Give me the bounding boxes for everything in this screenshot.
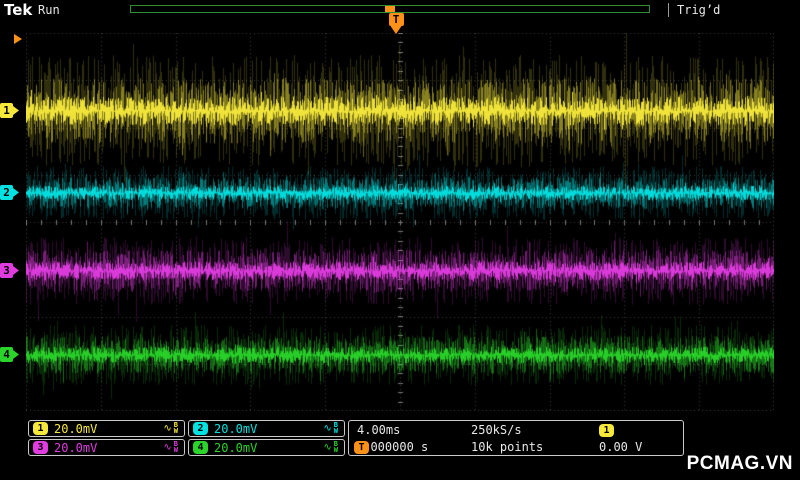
graticule-canvas bbox=[26, 33, 774, 411]
channel1-badge: 1 bbox=[33, 422, 48, 435]
channel2-ground-marker: 2 bbox=[0, 185, 20, 200]
channel3-badge: 3 bbox=[33, 441, 48, 454]
channel3-readout: 3 20.0mV ∿ B W bbox=[28, 439, 185, 456]
horizontal-trigger-readout: 4.00ms 250kS/s 1 T → ▼ 0.000000 s 10k po… bbox=[348, 420, 684, 456]
channel2-scale: 20.0mV bbox=[214, 422, 257, 436]
trigger-status: Trig’d bbox=[668, 3, 720, 17]
bandwidth-limit-icon: B W bbox=[174, 441, 178, 453]
channel4-ground-marker: 4 bbox=[0, 347, 20, 362]
sample-rate: 250kS/s bbox=[471, 423, 522, 437]
channel4-readout: 4 20.0mV ∿ B W bbox=[188, 439, 345, 456]
channel1-marker-chip: 1 bbox=[0, 103, 13, 118]
record-start-marker-icon bbox=[14, 34, 22, 44]
acquisition-status: Run bbox=[38, 3, 60, 17]
triangle-down-icon: ▼ bbox=[354, 442, 360, 453]
bandwidth-limit-icon: B W bbox=[334, 441, 338, 453]
bandwidth-limit-icon: B W bbox=[334, 422, 338, 434]
bandwidth-limit-icon: B W bbox=[174, 422, 178, 434]
channel1-ground-marker: 1 bbox=[0, 103, 20, 118]
ac-coupling-icon: ∿ bbox=[323, 443, 331, 453]
channel3-marker-chip: 3 bbox=[0, 263, 13, 278]
oscilloscope-screen: Tek Run Trig’d T 1 2 3 4 1 20.0mV ∿ B W … bbox=[0, 0, 800, 480]
channel4-badge: 4 bbox=[193, 441, 208, 454]
trigger-position-flag: T bbox=[388, 13, 404, 34]
trigger-level-value: 0.00 V bbox=[599, 440, 642, 454]
channel3-ground-marker: 3 bbox=[0, 263, 20, 278]
channel2-readout: 2 20.0mV ∿ B W bbox=[188, 420, 345, 437]
ac-coupling-icon: ∿ bbox=[323, 424, 331, 434]
ac-coupling-icon: ∿ bbox=[163, 424, 171, 434]
channel4-marker-chip: 4 bbox=[0, 347, 13, 362]
channel3-scale: 20.0mV bbox=[54, 441, 97, 455]
channel2-badge: 2 bbox=[193, 422, 208, 435]
brand-logo: Tek bbox=[4, 1, 32, 19]
channel1-readout: 1 20.0mV ∿ B W bbox=[28, 420, 185, 437]
channel3-marker-arrow-icon bbox=[13, 266, 19, 275]
channel1-scale: 20.0mV bbox=[54, 422, 97, 436]
channel2-marker-chip: 2 bbox=[0, 185, 13, 200]
trigger-source-badge: 1 bbox=[599, 424, 614, 437]
trigger-t-icon: T bbox=[389, 13, 404, 26]
channel4-marker-arrow-icon bbox=[13, 350, 19, 359]
watermark: PCMAG.VN bbox=[687, 453, 793, 475]
ac-coupling-icon: ∿ bbox=[163, 443, 171, 453]
record-trigger-position-marker-icon bbox=[385, 6, 395, 12]
channel2-marker-arrow-icon bbox=[13, 188, 19, 197]
channel1-marker-arrow-icon bbox=[13, 106, 19, 115]
record-view-bar bbox=[130, 5, 650, 13]
channel4-scale: 20.0mV bbox=[214, 441, 257, 455]
timebase-scale: 4.00ms bbox=[357, 423, 400, 437]
record-length: 10k points bbox=[471, 440, 543, 454]
